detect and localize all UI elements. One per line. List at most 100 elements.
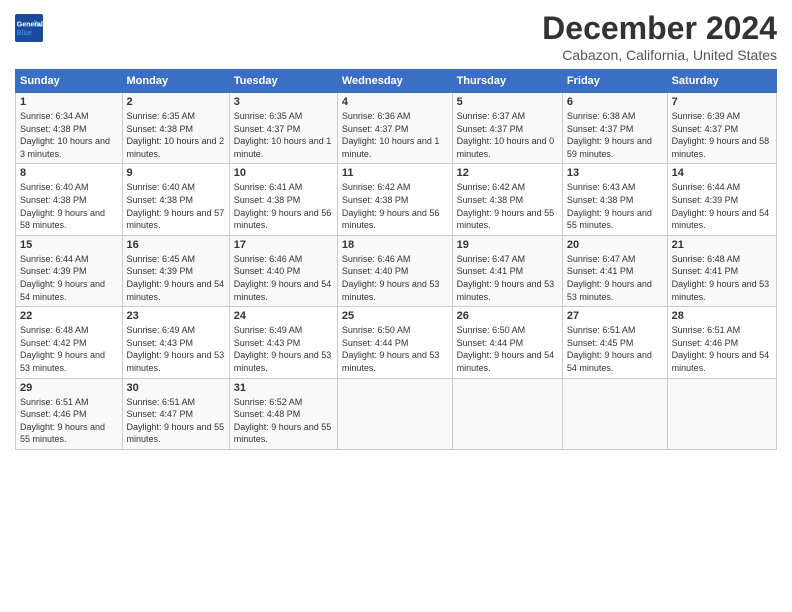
sunrise-label: Sunrise: 6:35 AM [127, 111, 196, 121]
daylight-label: Daylight: 9 hours and 53 minutes. [342, 350, 440, 373]
day-number: 17 [234, 239, 333, 251]
daylight-label: Daylight: 9 hours and 59 minutes. [567, 136, 652, 159]
calendar-table: Sunday Monday Tuesday Wednesday Thursday… [15, 69, 777, 450]
calendar-cell: 15 Sunrise: 6:44 AM Sunset: 4:39 PM Dayl… [16, 235, 123, 306]
header: General Blue December 2024 Cabazon, Cali… [15, 10, 777, 63]
cell-content: Sunrise: 6:46 AM Sunset: 4:40 PM Dayligh… [342, 253, 448, 303]
daylight-label: Daylight: 9 hours and 55 minutes. [457, 208, 555, 231]
day-number: 25 [342, 310, 448, 322]
cell-content: Sunrise: 6:47 AM Sunset: 4:41 PM Dayligh… [567, 253, 663, 303]
sunrise-label: Sunrise: 6:50 AM [342, 325, 411, 335]
calendar-cell: 1 Sunrise: 6:34 AM Sunset: 4:38 PM Dayli… [16, 93, 123, 164]
calendar-cell: 5 Sunrise: 6:37 AM Sunset: 4:37 PM Dayli… [452, 93, 562, 164]
calendar-cell: 6 Sunrise: 6:38 AM Sunset: 4:37 PM Dayli… [562, 93, 667, 164]
day-number: 7 [672, 96, 772, 108]
daylight-label: Daylight: 9 hours and 55 minutes. [127, 422, 225, 445]
sunrise-label: Sunrise: 6:42 AM [342, 182, 411, 192]
svg-text:Blue: Blue [17, 30, 32, 37]
day-number: 13 [567, 167, 663, 179]
sunset-label: Sunset: 4:41 PM [457, 266, 524, 276]
calendar-header-row: Sunday Monday Tuesday Wednesday Thursday… [16, 70, 777, 93]
sunset-label: Sunset: 4:44 PM [457, 338, 524, 348]
sunrise-label: Sunrise: 6:41 AM [234, 182, 303, 192]
calendar-cell: 28 Sunrise: 6:51 AM Sunset: 4:46 PM Dayl… [667, 307, 776, 378]
cell-content: Sunrise: 6:38 AM Sunset: 4:37 PM Dayligh… [567, 110, 663, 160]
daylight-label: Daylight: 9 hours and 57 minutes. [127, 208, 225, 231]
sunrise-label: Sunrise: 6:37 AM [457, 111, 526, 121]
sunset-label: Sunset: 4:38 PM [457, 195, 524, 205]
sunrise-label: Sunrise: 6:45 AM [127, 254, 196, 264]
day-number: 8 [20, 167, 118, 179]
cell-content: Sunrise: 6:35 AM Sunset: 4:38 PM Dayligh… [127, 110, 225, 160]
cell-content: Sunrise: 6:52 AM Sunset: 4:48 PM Dayligh… [234, 396, 333, 446]
daylight-label: Daylight: 10 hours and 2 minutes. [127, 136, 225, 159]
sunset-label: Sunset: 4:39 PM [672, 195, 739, 205]
day-number: 9 [127, 167, 225, 179]
sunrise-label: Sunrise: 6:49 AM [127, 325, 196, 335]
cell-content: Sunrise: 6:43 AM Sunset: 4:38 PM Dayligh… [567, 181, 663, 231]
cell-content: Sunrise: 6:36 AM Sunset: 4:37 PM Dayligh… [342, 110, 448, 160]
sunrise-label: Sunrise: 6:46 AM [234, 254, 303, 264]
calendar-cell: 17 Sunrise: 6:46 AM Sunset: 4:40 PM Dayl… [229, 235, 337, 306]
sunrise-label: Sunrise: 6:51 AM [20, 397, 89, 407]
calendar-cell: 16 Sunrise: 6:45 AM Sunset: 4:39 PM Dayl… [122, 235, 229, 306]
sunset-label: Sunset: 4:37 PM [342, 124, 409, 134]
daylight-label: Daylight: 9 hours and 54 minutes. [672, 350, 770, 373]
col-saturday: Saturday [667, 70, 776, 93]
logo: General Blue [15, 14, 47, 42]
calendar-cell: 29 Sunrise: 6:51 AM Sunset: 4:46 PM Dayl… [16, 378, 123, 449]
day-number: 31 [234, 382, 333, 394]
sunrise-label: Sunrise: 6:43 AM [567, 182, 636, 192]
sunrise-label: Sunrise: 6:40 AM [20, 182, 89, 192]
daylight-label: Daylight: 9 hours and 53 minutes. [127, 350, 225, 373]
cell-content: Sunrise: 6:51 AM Sunset: 4:46 PM Dayligh… [20, 396, 118, 446]
cell-content: Sunrise: 6:46 AM Sunset: 4:40 PM Dayligh… [234, 253, 333, 303]
day-number: 4 [342, 96, 448, 108]
daylight-label: Daylight: 9 hours and 56 minutes. [234, 208, 332, 231]
col-wednesday: Wednesday [337, 70, 452, 93]
calendar-cell: 19 Sunrise: 6:47 AM Sunset: 4:41 PM Dayl… [452, 235, 562, 306]
daylight-label: Daylight: 9 hours and 54 minutes. [457, 350, 555, 373]
day-number: 30 [127, 382, 225, 394]
day-number: 26 [457, 310, 558, 322]
day-number: 22 [20, 310, 118, 322]
daylight-label: Daylight: 9 hours and 56 minutes. [342, 208, 440, 231]
sunrise-label: Sunrise: 6:46 AM [342, 254, 411, 264]
calendar-cell: 10 Sunrise: 6:41 AM Sunset: 4:38 PM Dayl… [229, 164, 337, 235]
sunrise-label: Sunrise: 6:44 AM [20, 254, 89, 264]
sunrise-label: Sunrise: 6:40 AM [127, 182, 196, 192]
page-title: December 2024 [542, 10, 777, 47]
daylight-label: Daylight: 9 hours and 54 minutes. [20, 279, 105, 302]
sunset-label: Sunset: 4:41 PM [567, 266, 634, 276]
cell-content: Sunrise: 6:47 AM Sunset: 4:41 PM Dayligh… [457, 253, 558, 303]
sunset-label: Sunset: 4:37 PM [567, 124, 634, 134]
cell-content: Sunrise: 6:51 AM Sunset: 4:46 PM Dayligh… [672, 324, 772, 374]
cell-content: Sunrise: 6:45 AM Sunset: 4:39 PM Dayligh… [127, 253, 225, 303]
sunset-label: Sunset: 4:37 PM [234, 124, 301, 134]
daylight-label: Daylight: 9 hours and 53 minutes. [234, 350, 332, 373]
daylight-label: Daylight: 9 hours and 54 minutes. [567, 350, 652, 373]
daylight-label: Daylight: 9 hours and 55 minutes. [567, 208, 652, 231]
day-number: 19 [457, 239, 558, 251]
calendar-week-row: 29 Sunrise: 6:51 AM Sunset: 4:46 PM Dayl… [16, 378, 777, 449]
sunset-label: Sunset: 4:38 PM [20, 195, 87, 205]
day-number: 16 [127, 239, 225, 251]
sunrise-label: Sunrise: 6:48 AM [672, 254, 741, 264]
calendar-cell: 24 Sunrise: 6:49 AM Sunset: 4:43 PM Dayl… [229, 307, 337, 378]
sunset-label: Sunset: 4:38 PM [234, 195, 301, 205]
day-number: 18 [342, 239, 448, 251]
calendar-cell: 31 Sunrise: 6:52 AM Sunset: 4:48 PM Dayl… [229, 378, 337, 449]
sunset-label: Sunset: 4:38 PM [342, 195, 409, 205]
sunrise-label: Sunrise: 6:38 AM [567, 111, 636, 121]
day-number: 12 [457, 167, 558, 179]
sunset-label: Sunset: 4:37 PM [672, 124, 739, 134]
title-area: December 2024 Cabazon, California, Unite… [542, 10, 777, 63]
calendar-cell: 4 Sunrise: 6:36 AM Sunset: 4:37 PM Dayli… [337, 93, 452, 164]
calendar-cell: 12 Sunrise: 6:42 AM Sunset: 4:38 PM Dayl… [452, 164, 562, 235]
daylight-label: Daylight: 9 hours and 54 minutes. [127, 279, 225, 302]
day-number: 10 [234, 167, 333, 179]
daylight-label: Daylight: 9 hours and 53 minutes. [457, 279, 555, 302]
calendar-cell: 7 Sunrise: 6:39 AM Sunset: 4:37 PM Dayli… [667, 93, 776, 164]
daylight-label: Daylight: 9 hours and 55 minutes. [234, 422, 332, 445]
daylight-label: Daylight: 9 hours and 54 minutes. [234, 279, 332, 302]
